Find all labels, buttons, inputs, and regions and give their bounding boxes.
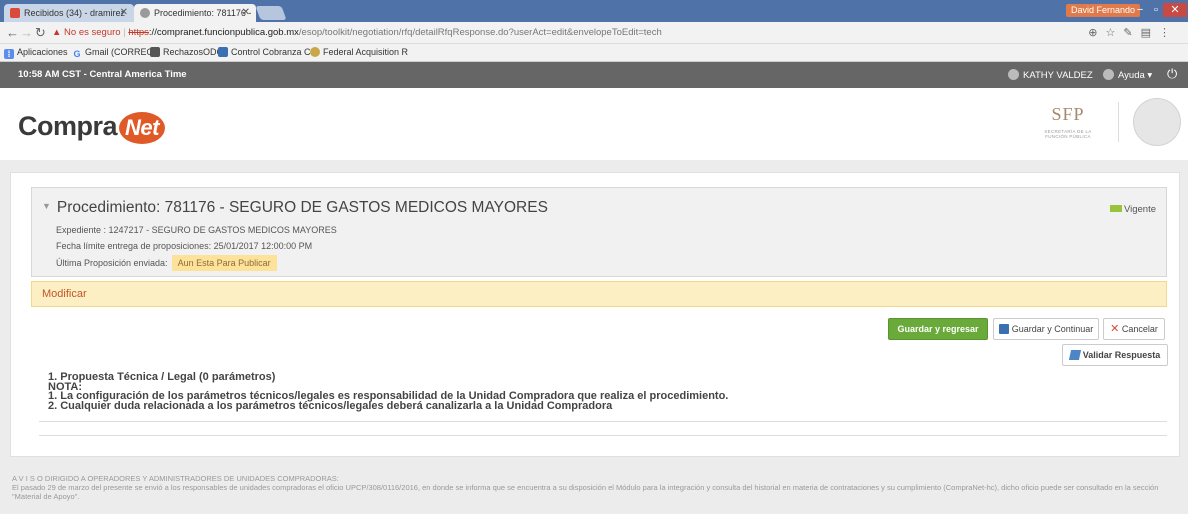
apps-grid-icon: ⁞ xyxy=(4,49,14,59)
warning-icon: ▲ xyxy=(52,27,62,38)
bookmark-apps[interactable]: ⁞ Aplicaciones xyxy=(4,47,68,59)
address-bar: ← → ↻ ▲ No es seguro | https://compranet… xyxy=(0,22,1188,44)
browser-actions: ⊕☆✎▤⋮ xyxy=(1088,26,1178,39)
footer-text: El pasado 29 de marzo del presente se en… xyxy=(12,483,1159,492)
maximize-icon[interactable]: ▫ xyxy=(1148,3,1164,17)
footer-text: "Material de Apoyo". xyxy=(12,492,80,501)
browser-profile-chip[interactable]: David Fernando xyxy=(1066,4,1141,17)
site-time: 10:58 AM CST - Central America Time xyxy=(18,69,187,80)
close-tab-icon[interactable]: ✕ xyxy=(120,7,128,18)
ultima-proposicion: Última Proposición enviada: Aun Esta Para… xyxy=(56,255,277,271)
site-favicon-icon xyxy=(140,8,150,18)
sheet-icon xyxy=(218,47,228,57)
seal-icon xyxy=(310,47,320,57)
bookmark-gmail[interactable]: G Gmail (CORREO) xyxy=(72,47,156,59)
google-icon: G xyxy=(73,49,81,59)
site-banner: Compra Net SFP SECRETARÍA DE LA FUNCIÓN PÚ… xyxy=(0,88,1188,160)
url-scheme: https xyxy=(128,27,149,38)
bookmark-star-icon[interactable]: ☆ xyxy=(1106,27,1124,39)
doc-icon xyxy=(150,47,160,57)
sfp-logo: SFP SECRETARÍA DE LA FUNCIÓN PÚBLICA xyxy=(1044,104,1092,139)
forward-icon[interactable]: → xyxy=(20,25,33,40)
url-domain: ://compranet.funcionpublica.gob.mx xyxy=(148,27,299,38)
url-path: /esop/toolkit/negotiation/rfq/detailRfqR… xyxy=(298,27,662,38)
reload-icon[interactable]: ↻ xyxy=(35,25,46,41)
extension-icon[interactable]: ✎ xyxy=(1123,27,1140,39)
zoom-icon[interactable]: ⊕ xyxy=(1088,27,1105,39)
tab-procedimiento[interactable]: Procedimiento: 781176 - ✕ xyxy=(134,4,256,22)
site-top-bar: 10:58 AM CST - Central America Time KATH… xyxy=(0,62,1188,88)
divider xyxy=(39,435,1167,436)
security-warning[interactable]: No es seguro xyxy=(64,27,121,38)
minimize-icon[interactable]: − xyxy=(1132,3,1148,17)
url-input[interactable]: ▲ No es seguro | https://compranet.funci… xyxy=(52,25,1052,41)
help-menu[interactable]: Ayuda ▾ xyxy=(1103,69,1152,81)
nota-item: 2. Cualquier duda relacionada a los pará… xyxy=(48,399,613,412)
footer-title: A V I S O DIRIGIDO A OPERADORES Y ADMINI… xyxy=(12,474,339,483)
bookmark-rechazos[interactable]: RechazosODC xyxy=(150,47,223,57)
user-icon xyxy=(1008,69,1019,80)
close-tab-icon[interactable]: ✕ xyxy=(242,7,250,18)
bookmark-far[interactable]: Federal Acquisition R xyxy=(310,47,408,57)
collapse-caret-icon[interactable]: ▼ xyxy=(42,201,51,211)
close-icon: ✕ xyxy=(1110,323,1120,335)
close-window-icon[interactable]: ✕ xyxy=(1163,3,1187,17)
procedure-summary: ▼ Procedimiento: 781176 - SEGURO DE GASTO… xyxy=(31,187,1167,277)
section-heading: 1. Propuesta Técnica / Legal (0 parámetr… xyxy=(48,371,276,383)
divider xyxy=(1118,102,1119,142)
bookmark-cobranza[interactable]: Control Cobranza Co xyxy=(218,47,316,57)
tab-title: Procedimiento: 781176 - xyxy=(154,8,252,18)
notes-block: 1. Propuesta Técnica / Legal (0 parámetr… xyxy=(48,371,728,412)
help-icon xyxy=(1103,69,1114,80)
validar-respuesta-button[interactable]: Validar Respuesta xyxy=(1062,344,1168,366)
tab-title: Recibidos (34) - dramirez xyxy=(24,8,126,18)
new-tab-button[interactable] xyxy=(255,6,287,20)
back-icon[interactable]: ← xyxy=(6,25,19,40)
compranet-logo[interactable]: Compra Net xyxy=(18,111,165,144)
expediente-text: Expediente : 1247217 - SEGURO DE GASTOS … xyxy=(56,225,337,235)
national-seal-icon xyxy=(1133,98,1181,146)
cast-icon[interactable]: ▤ xyxy=(1141,27,1159,39)
logout-icon[interactable]: ⏻ xyxy=(1167,66,1177,82)
gmail-icon xyxy=(10,8,20,18)
fecha-limite-text: Fecha límite entrega de proposiciones: 2… xyxy=(56,241,313,251)
cancelar-button[interactable]: ✕ Cancelar xyxy=(1103,318,1165,340)
menu-icon[interactable]: ⋮ xyxy=(1159,27,1178,39)
main-panel: ▼ Procedimiento: 781176 - SEGURO DE GASTO… xyxy=(10,172,1180,457)
browser-tab-bar: Recibidos (34) - dramirez ✕ Procedimient… xyxy=(0,0,1188,22)
vigente-status: Vigente xyxy=(1109,204,1156,215)
save-icon xyxy=(998,324,1009,334)
procedure-title[interactable]: ▼ Procedimiento: 781176 - SEGURO DE GASTO… xyxy=(42,199,548,217)
guardar-regresar-button[interactable]: Guardar y regresar xyxy=(888,318,988,340)
modificar-label: Modificar xyxy=(42,288,87,300)
user-menu[interactable]: KATHY VALDEZ xyxy=(1008,69,1093,81)
edit-check-icon xyxy=(1068,350,1081,360)
status-badge: Aun Esta Para Publicar xyxy=(171,255,277,271)
divider xyxy=(39,421,1167,422)
guardar-continuar-button[interactable]: Guardar y Continuar xyxy=(993,318,1099,340)
tab-gmail[interactable]: Recibidos (34) - dramirez ✕ xyxy=(4,4,134,22)
bookmarks-bar: ⁞ Aplicaciones G Gmail (CORREO) RechazosOD… xyxy=(0,44,1188,62)
status-flag-icon xyxy=(1109,205,1122,212)
modificar-bar: Modificar xyxy=(31,281,1167,307)
footer-notice: A V I S O DIRIGIDO A OPERADORES Y ADMINI… xyxy=(12,474,1184,501)
